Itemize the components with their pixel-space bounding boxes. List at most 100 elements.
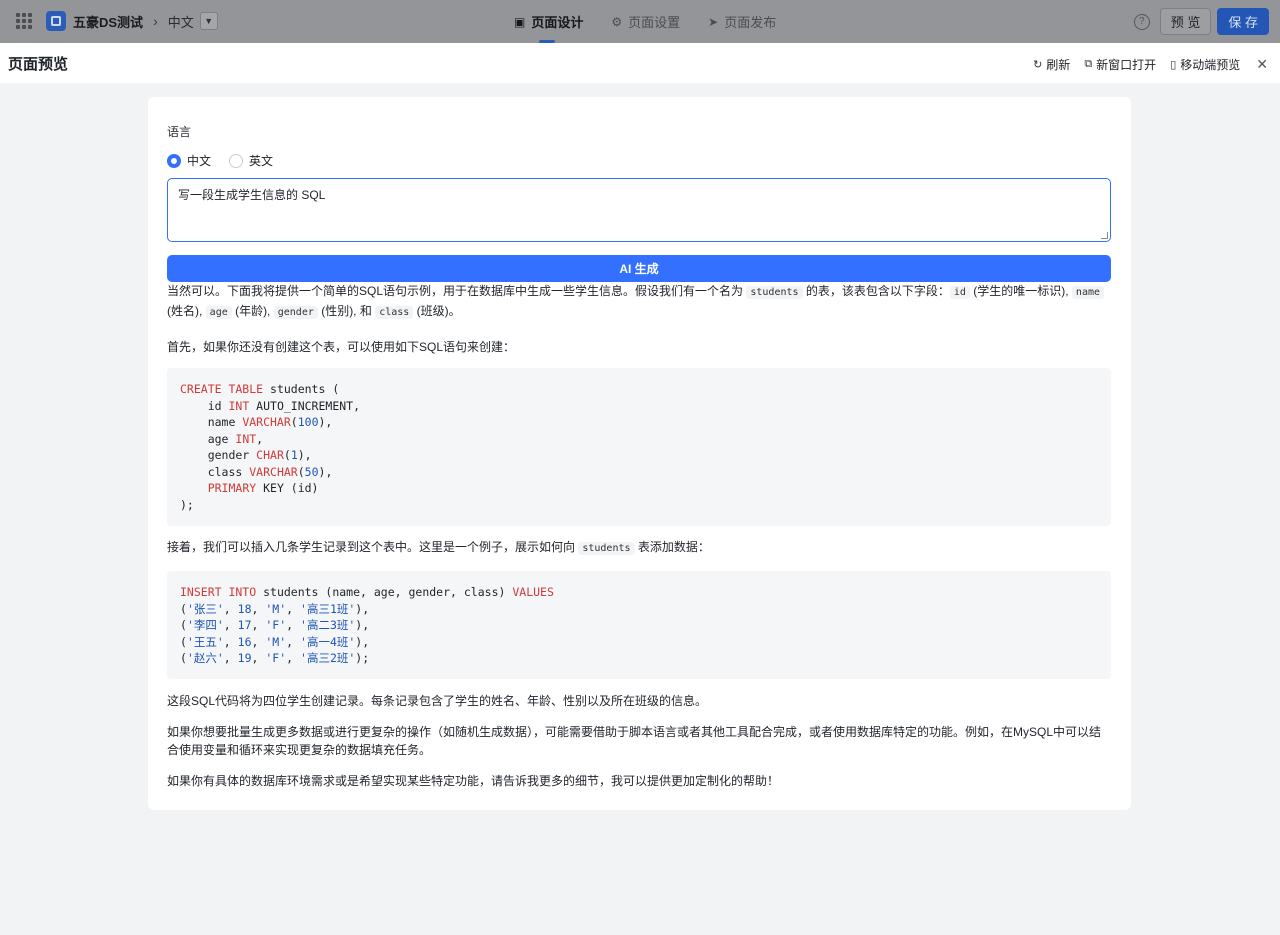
code-token: INSERT INTO [180,585,257,599]
radio-dot[interactable] [229,153,244,168]
open-new-window-button[interactable]: ⧉ 新窗口打开 [1084,56,1156,73]
modal-actions: ↻ 刷新 ⧉ 新窗口打开 ▯ 移动端预览 ✕ [1033,56,1268,73]
code-token: ), [297,448,312,462]
code-token: '王五' [186,634,224,649]
code-token: 17 [237,618,252,632]
code-token: ( [180,601,187,616]
code-token: ), [355,618,370,632]
language-select[interactable]: 中文 [168,12,194,31]
code-token: , [286,618,301,632]
inline-code: name [1071,286,1105,299]
top-bar-right: ? 预 览 保 存 [1133,8,1269,35]
language-radio-group: 中文 英文 [167,152,291,169]
tab-label: 页面设计 [531,15,584,30]
text: (性别), 和 [317,304,376,318]
code-token: , [223,651,238,665]
code-token: , [256,431,264,446]
code-token: name [180,415,243,429]
chevron-down-icon[interactable]: ▼ [199,12,218,30]
preview-modal: 页面预览 ↻ 刷新 ⧉ 新窗口打开 ▯ 移动端预览 ✕ 语言 中文 英文 写一段… [0,43,1280,935]
code-line: INSERT INTO students (name, age, gender,… [180,584,1098,601]
tab-page-settings[interactable]: ⚙ 页面设置 [611,0,680,43]
tab-page-publish[interactable]: ➤ 页面发布 [708,0,776,43]
text: (年龄), [231,304,274,318]
code-token: AUTO_INCREMENT, [249,398,361,413]
code-token: ), [318,415,333,429]
answer-paragraph: 首先，如果你还没有创建这个表，可以使用如下SQL语句来创建： [167,340,516,354]
radio-chinese[interactable]: 中文 [167,152,211,169]
send-icon: ➤ [708,14,719,29]
code-token: ); [180,497,194,512]
answer-paragraph: 接着，我们可以插入几条学生记录到这个表中。这里是一个例子，展示如何向 stude… [167,538,1111,558]
code-token: gender [180,448,257,462]
ai-answer: 当然可以。下面我将提供一个简单的SQL语句示例，用于在数据库中生成一些学生信息。… [167,282,1111,790]
prompt-textarea[interactable]: 写一段生成学生信息的 SQL [167,178,1111,242]
code-line: age INT, [180,431,1098,448]
tab-label: 页面设置 [628,15,681,30]
radio-label: 中文 [187,154,212,168]
text: 接着，我们可以插入几条学生记录到这个表中。这里是一个例子，展示如何向 [167,540,579,554]
app-name[interactable]: 五豪DS测试 [73,12,143,31]
code-line: class VARCHAR(50), [180,464,1098,481]
code-token: , [286,651,301,665]
code-line: id INT AUTO_INCREMENT, [180,398,1098,415]
code-line: ('赵六', 19, 'F', '高三2班'); [180,650,1098,667]
radio-label: 英文 [249,154,274,168]
app-grid-icon[interactable] [16,13,32,29]
save-button[interactable]: 保 存 [1217,8,1269,35]
inline-code: students [746,286,803,299]
mobile-icon: ▯ [1170,59,1177,71]
inline-code: students [578,542,635,555]
code-token: VARCHAR [242,415,291,429]
code-token: INT [228,398,250,413]
code-token: 1 [290,448,298,462]
code-token: age [180,431,236,446]
text: 的表，该表包含以下字段： [802,284,950,298]
create-table-code-block: CREATE TABLE students ( id INT AUTO_INCR… [167,368,1111,526]
code-token: '高三1班' [300,601,356,616]
modal-title: 页面预览 [8,56,69,73]
code-token: '赵六' [186,651,224,665]
inline-code: gender [273,306,318,319]
radio-dot[interactable] [167,153,181,168]
inline-code: id [949,286,970,299]
refresh-button[interactable]: ↻ 刷新 [1033,56,1070,73]
code-token: '张三' [186,601,224,616]
preview-card: 语言 中文 英文 写一段生成学生信息的 SQL AI 生成 当然可以。下面我将提… [148,97,1131,810]
answer-paragraph: 当然可以。下面我将提供一个简单的SQL语句示例，用于在数据库中生成一些学生信息。… [167,282,1111,322]
code-token: PRIMARY [207,481,257,495]
help-icon[interactable]: ? [1133,13,1150,30]
language-label: 语言 [167,125,192,139]
code-token: , [223,601,238,616]
code-token: 'F' [265,651,287,665]
top-bar-left: 五豪DS测试 › 中文 ▼ [16,11,218,31]
mobile-preview-button[interactable]: ▯ 移动端预览 [1170,56,1240,73]
inline-code: class [375,306,414,319]
top-app-bar: 五豪DS测试 › 中文 ▼ ▣ 页面设计 ⚙ 页面设置 ➤ 页面发布 ? 预 览… [0,0,1280,43]
tab-page-design[interactable]: ▣ 页面设计 [514,0,583,43]
mobile-preview-label: 移动端预览 [1180,58,1241,72]
code-token: 16 [237,634,252,649]
code-line: CREATE TABLE students ( [180,381,1098,398]
inline-code: age [205,306,232,319]
resize-handle[interactable] [1101,232,1108,239]
code-token: id [180,398,229,413]
code-token: 'M' [265,601,287,616]
layout-icon: ▣ [514,14,526,29]
code-token: ( [297,464,305,479]
text: 表添加数据： [634,540,710,554]
open-new-window-label: 新窗口打开 [1096,58,1157,72]
code-token: INT [235,431,257,446]
tab-label: 页面发布 [724,15,777,30]
code-token: 18 [237,601,252,616]
preview-button[interactable]: 预 览 [1159,8,1212,35]
chevron-right-icon: › [153,13,158,29]
close-icon[interactable]: ✕ [1256,56,1268,73]
app-logo-icon [46,11,66,31]
code-token: , [223,618,238,632]
text: (学生的唯一标识), [969,284,1072,298]
radio-english[interactable]: 英文 [229,152,273,169]
code-token: ), [355,601,370,616]
code-line: gender CHAR(1), [180,447,1098,464]
ai-generate-button[interactable]: AI 生成 [167,255,1111,282]
